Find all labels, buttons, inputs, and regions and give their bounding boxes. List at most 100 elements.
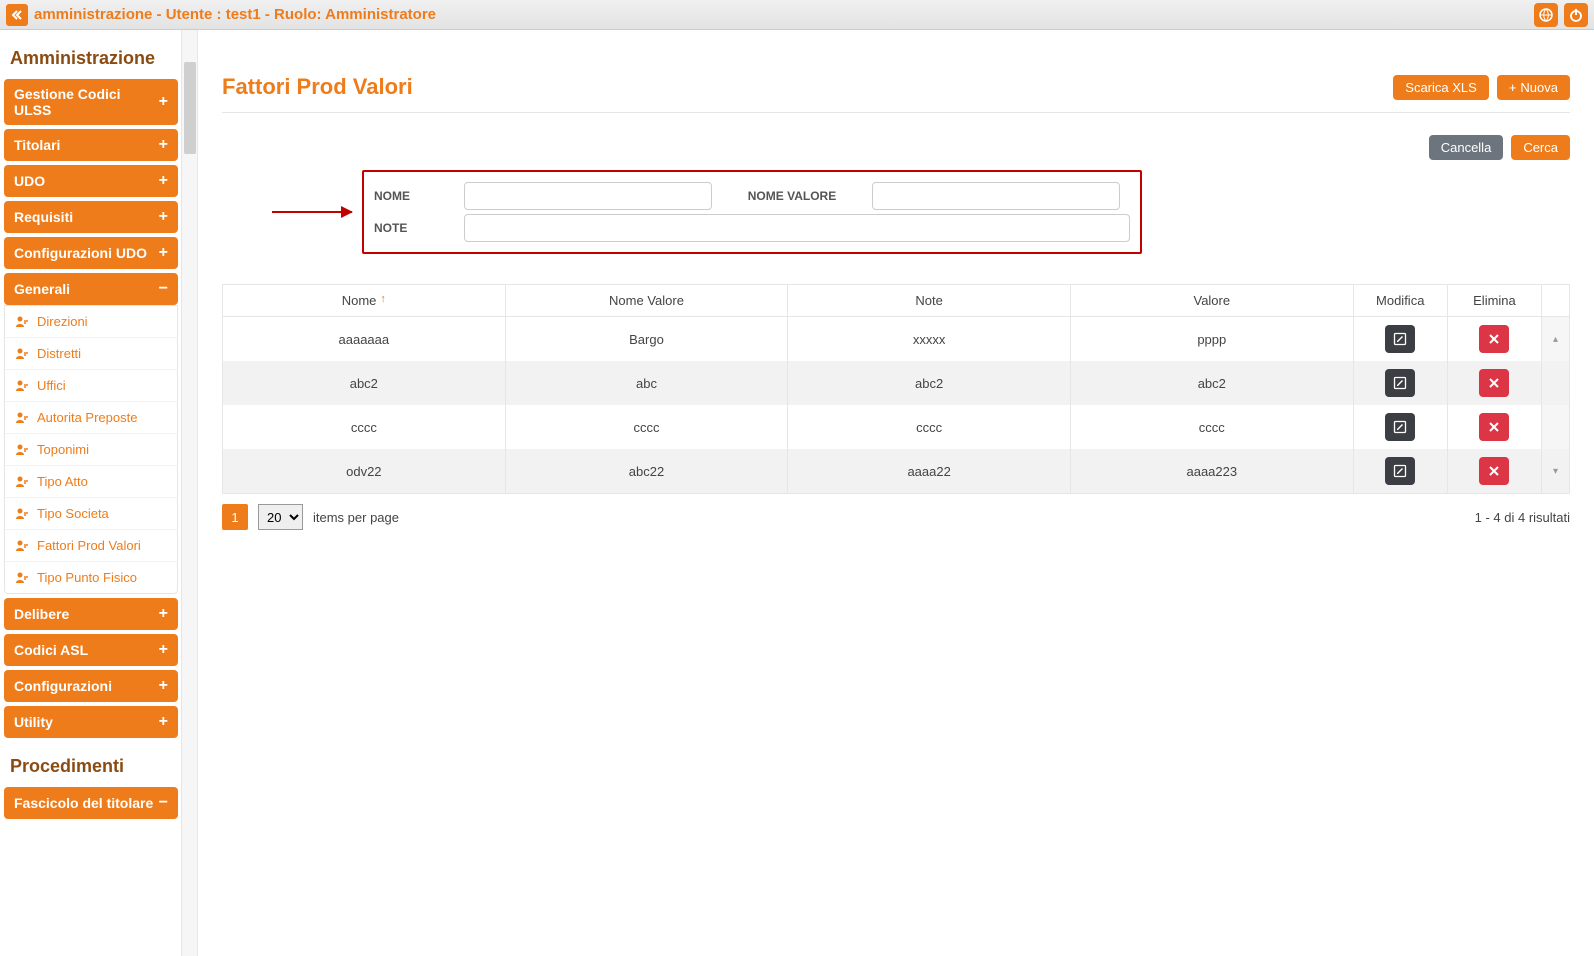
power-icon[interactable]: [1564, 3, 1588, 27]
user-icon: [15, 507, 29, 521]
note-input[interactable]: [464, 214, 1130, 242]
sidebar-item-titolari[interactable]: Titolari+: [4, 129, 178, 161]
sidebar-sub-toponimi[interactable]: Toponimi: [5, 433, 177, 465]
globe-icon[interactable]: [1534, 3, 1558, 27]
scroll-gutter: [1542, 405, 1569, 449]
nome-input[interactable]: [464, 182, 712, 210]
cell-nome: abc2: [223, 361, 506, 405]
nuova-button[interactable]: +Nuova: [1497, 75, 1570, 100]
plus-icon: +: [1509, 80, 1517, 95]
page-number[interactable]: 1: [222, 504, 248, 530]
col-scroll: [1542, 285, 1569, 317]
cell-nome_valore: abc22: [506, 449, 789, 493]
cell-note: cccc: [788, 405, 1071, 449]
cell-valore: aaaa223: [1071, 449, 1354, 493]
search-area: NOME NOME VALORE NOTE: [222, 170, 1570, 254]
cancella-button[interactable]: Cancella: [1429, 135, 1504, 160]
col-note[interactable]: Note: [788, 285, 1071, 317]
sidebar-collapse-button[interactable]: [6, 4, 28, 26]
edit-button[interactable]: [1385, 325, 1415, 353]
minus-icon: −: [159, 794, 168, 812]
sidebar-scrollbar[interactable]: [181, 30, 197, 956]
cell-note: xxxxx: [788, 317, 1071, 361]
cell-delete: [1448, 405, 1542, 449]
topbar: amministrazione - Utente : test1 - Ruolo…: [0, 0, 1594, 30]
sidebar-item-gestione-codici[interactable]: Gestione Codici ULSS+: [4, 79, 178, 125]
user-icon: [15, 379, 29, 393]
scarica-xls-button[interactable]: Scarica XLS: [1393, 75, 1489, 100]
col-nome-valore[interactable]: Nome Valore: [506, 285, 789, 317]
cell-delete: [1448, 449, 1542, 493]
search-box: NOME NOME VALORE NOTE: [362, 170, 1142, 254]
col-nome[interactable]: Nome↑: [223, 285, 506, 317]
sort-asc-icon: ↑: [380, 293, 386, 305]
sidebar-item-utility[interactable]: Utility+: [4, 706, 178, 738]
table-row: aaaaaaaBargoxxxxxpppp ▴: [223, 317, 1569, 361]
edit-button[interactable]: [1385, 457, 1415, 485]
plus-icon: +: [159, 208, 168, 226]
nome-valore-input[interactable]: [872, 182, 1120, 210]
scroll-gutter: ▴: [1542, 317, 1569, 361]
sidebar-sub-distretti[interactable]: Distretti: [5, 337, 177, 369]
sidebar-sublist-generali: Direzioni Distretti Uffici Autorita Prep…: [4, 305, 178, 594]
sidebar-sub-direzioni[interactable]: Direzioni: [5, 306, 177, 337]
sidebar-sub-fattori-prod[interactable]: Fattori Prod Valori: [5, 529, 177, 561]
sidebar-heading: Amministrazione: [4, 34, 178, 79]
col-elimina: Elimina: [1448, 285, 1542, 317]
sidebar-item-delibere[interactable]: Delibere+: [4, 598, 178, 630]
scroll-gutter: ▾: [1542, 449, 1569, 493]
sidebar-sub-tipo-punto[interactable]: Tipo Punto Fisico: [5, 561, 177, 593]
results-table: Nome↑ Nome Valore Note Valore Modifica E…: [222, 284, 1570, 494]
edit-button[interactable]: [1385, 369, 1415, 397]
plus-icon: +: [159, 677, 168, 695]
plus-icon: +: [159, 713, 168, 731]
plus-icon: +: [159, 244, 168, 262]
cell-valore: pppp: [1071, 317, 1354, 361]
delete-button[interactable]: [1479, 457, 1509, 485]
cell-nome: odv22: [223, 449, 506, 493]
sidebar-item-requisiti[interactable]: Requisiti+: [4, 201, 178, 233]
table-row: abc2abcabc2abc2: [223, 361, 1569, 405]
col-valore[interactable]: Valore: [1071, 285, 1354, 317]
delete-button[interactable]: [1479, 413, 1509, 441]
user-icon: [15, 539, 29, 553]
cell-nome: aaaaaaa: [223, 317, 506, 361]
page-size-select[interactable]: 20: [258, 504, 303, 530]
cell-nome: cccc: [223, 405, 506, 449]
cell-valore: cccc: [1071, 405, 1354, 449]
sidebar-item-fascicolo[interactable]: Fascicolo del titolare−: [4, 787, 178, 819]
user-icon: [15, 347, 29, 361]
user-icon: [15, 443, 29, 457]
cell-note: abc2: [788, 361, 1071, 405]
plus-icon: +: [159, 93, 168, 111]
sidebar: Amministrazione Gestione Codici ULSS+ Ti…: [0, 30, 198, 956]
sidebar-sub-autorita[interactable]: Autorita Preposte: [5, 401, 177, 433]
sidebar-item-configurazioni[interactable]: Configurazioni+: [4, 670, 178, 702]
sidebar-sub-tipo-atto[interactable]: Tipo Atto: [5, 465, 177, 497]
note-label: NOTE: [374, 221, 464, 235]
edit-button[interactable]: [1385, 413, 1415, 441]
sidebar-item-udo[interactable]: UDO+: [4, 165, 178, 197]
delete-button[interactable]: [1479, 369, 1509, 397]
cell-edit: [1354, 449, 1448, 493]
sidebar-heading-2: Procedimenti: [4, 742, 178, 787]
delete-button[interactable]: [1479, 325, 1509, 353]
sidebar-sub-tipo-societa[interactable]: Tipo Societa: [5, 497, 177, 529]
annotation-arrow: [222, 211, 352, 213]
plus-icon: +: [159, 172, 168, 190]
sidebar-sub-uffici[interactable]: Uffici: [5, 369, 177, 401]
sidebar-item-configurazioni-udo[interactable]: Configurazioni UDO+: [4, 237, 178, 269]
pager: 1 20 items per page 1 - 4 di 4 risultati: [222, 504, 1570, 530]
user-icon: [15, 315, 29, 329]
cell-delete: [1448, 361, 1542, 405]
cell-edit: [1354, 405, 1448, 449]
cell-nome_valore: Bargo: [506, 317, 789, 361]
cerca-button[interactable]: Cerca: [1511, 135, 1570, 160]
cell-edit: [1354, 361, 1448, 405]
sidebar-item-codici-asl[interactable]: Codici ASL+: [4, 634, 178, 666]
sidebar-item-generali[interactable]: Generali−: [4, 273, 178, 305]
user-icon: [15, 475, 29, 489]
cell-edit: [1354, 317, 1448, 361]
cell-nome_valore: abc: [506, 361, 789, 405]
user-icon: [15, 411, 29, 425]
